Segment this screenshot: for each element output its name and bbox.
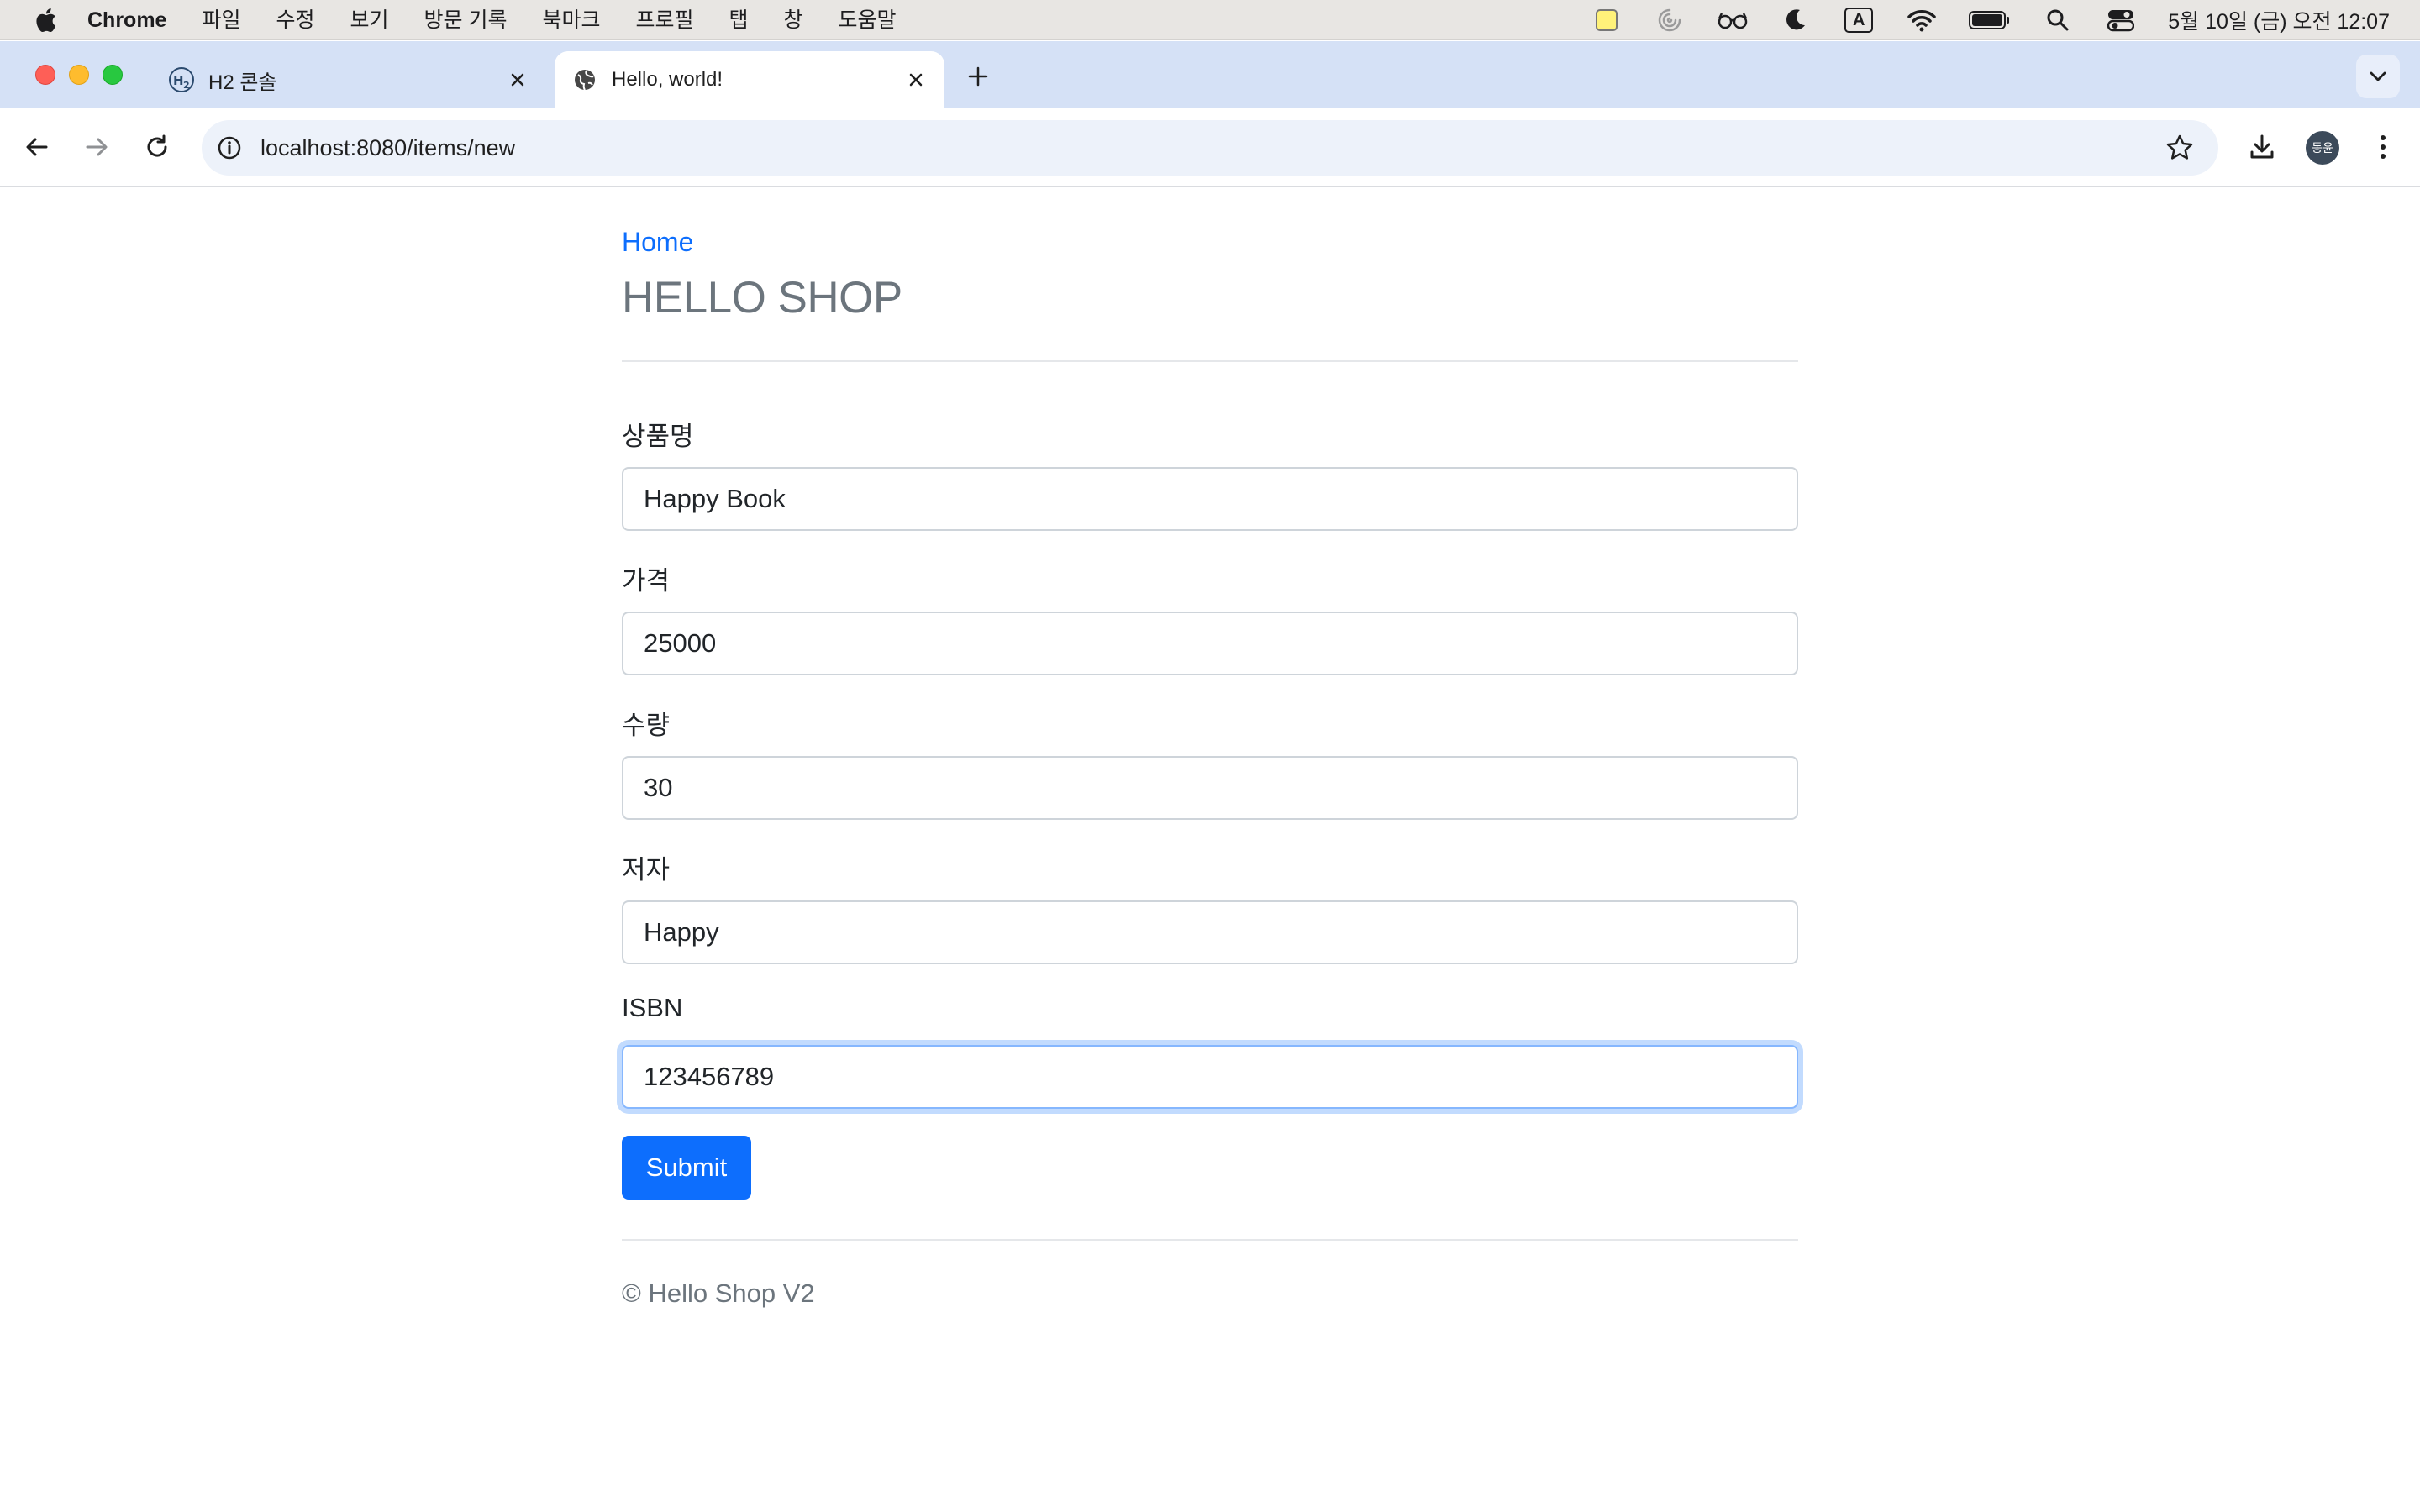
- stock-quantity-label: 수량: [622, 711, 671, 740]
- footer-copyright: © Hello Shop V2: [622, 1278, 815, 1308]
- isbn-input[interactable]: [622, 1045, 1798, 1109]
- tab-title: H2 콘솔: [208, 71, 277, 94]
- menu-help[interactable]: 도움말: [839, 0, 897, 40]
- site-info-icon[interactable]: [215, 134, 244, 162]
- author-input[interactable]: [622, 900, 1798, 964]
- svg-text:H: H: [173, 73, 184, 88]
- moon-icon[interactable]: [1780, 4, 1812, 36]
- forward-arrow-icon[interactable]: [80, 130, 113, 164]
- price-label: 가격: [622, 566, 671, 596]
- h2-icon: H2: [168, 66, 195, 93]
- menu-history[interactable]: 방문 기록: [424, 0, 508, 40]
- battery-icon[interactable]: [1969, 4, 2011, 36]
- reload-icon[interactable]: [140, 130, 174, 164]
- close-icon[interactable]: [902, 66, 929, 93]
- spiral-icon[interactable]: [1654, 4, 1686, 36]
- menu-bookmarks[interactable]: 북마크: [542, 0, 600, 40]
- tab-h2-console[interactable]: H2 H2 콘솔: [151, 51, 546, 108]
- macos-menu-bar: Chrome 파일 수정 보기 방문 기록 북마크 프로필 탭 창 도움말 A: [0, 0, 2420, 40]
- menu-profiles[interactable]: 프로필: [635, 0, 693, 40]
- stickies-icon[interactable]: [1591, 4, 1623, 36]
- window-minimize-button[interactable]: [69, 65, 89, 85]
- reading-glasses-icon[interactable]: [1717, 4, 1749, 36]
- tab-title: Hello, world!: [612, 68, 723, 91]
- menubar-clock[interactable]: 5월 10일 (금) 오전 12:07: [2168, 5, 2390, 35]
- address-bar[interactable]: localhost:8080/items/new: [202, 120, 2218, 176]
- name-input[interactable]: [622, 467, 1798, 531]
- stock-quantity-input[interactable]: [622, 756, 1798, 820]
- tab-hello-world[interactable]: Hello, world!: [555, 51, 944, 108]
- globe-icon: [571, 66, 598, 93]
- price-input[interactable]: [622, 612, 1798, 675]
- submit-button[interactable]: Submit: [622, 1136, 751, 1200]
- input-source-icon[interactable]: A: [1843, 4, 1875, 36]
- new-tab-plus-icon[interactable]: [963, 61, 993, 92]
- menu-window[interactable]: 창: [784, 0, 803, 40]
- footer-divider: [622, 1239, 1798, 1241]
- menu-app-name[interactable]: Chrome: [87, 0, 166, 40]
- menu-items: Chrome 파일 수정 보기 방문 기록 북마크 프로필 탭 창 도움말: [87, 0, 932, 40]
- tab-search-chevron-down-icon[interactable]: [2356, 55, 2400, 98]
- back-arrow-icon[interactable]: [20, 130, 54, 164]
- spotlight-search-icon[interactable]: [2042, 4, 2074, 36]
- window-zoom-button[interactable]: [103, 65, 123, 85]
- name-label: 상품명: [622, 422, 694, 451]
- bookmark-star-icon[interactable]: [2165, 133, 2195, 163]
- author-label: 저자: [622, 855, 671, 885]
- apple-icon[interactable]: [34, 8, 59, 33]
- more-vertical-icon[interactable]: [2366, 130, 2400, 164]
- page-title: HELLO SHOP: [622, 273, 902, 323]
- download-icon[interactable]: [2245, 130, 2279, 164]
- tab-strip: H2 H2 콘솔 Hello, world!: [0, 41, 2420, 108]
- header-divider: [622, 360, 1798, 362]
- menu-file[interactable]: 파일: [202, 0, 240, 40]
- url-text[interactable]: localhost:8080/items/new: [260, 135, 515, 161]
- browser-toolbar: localhost:8080/items/new 동윤: [0, 108, 2420, 187]
- menu-view[interactable]: 보기: [350, 0, 389, 40]
- home-link[interactable]: Home: [622, 227, 693, 258]
- menu-tab[interactable]: 탭: [729, 0, 749, 40]
- menu-status-area: A 5월 10일 (금) 오전 12:07: [1591, 0, 2420, 40]
- wifi-icon[interactable]: [1906, 4, 1938, 36]
- window-close-button[interactable]: [35, 65, 55, 85]
- menu-edit[interactable]: 수정: [276, 0, 314, 40]
- profile-avatar[interactable]: 동윤: [2306, 131, 2339, 165]
- isbn-label: ISBN: [622, 993, 683, 1022]
- input-source-label: A: [1844, 8, 1874, 33]
- control-center-icon[interactable]: [2105, 4, 2137, 36]
- svg-text:2: 2: [183, 80, 190, 91]
- close-icon[interactable]: [504, 66, 531, 93]
